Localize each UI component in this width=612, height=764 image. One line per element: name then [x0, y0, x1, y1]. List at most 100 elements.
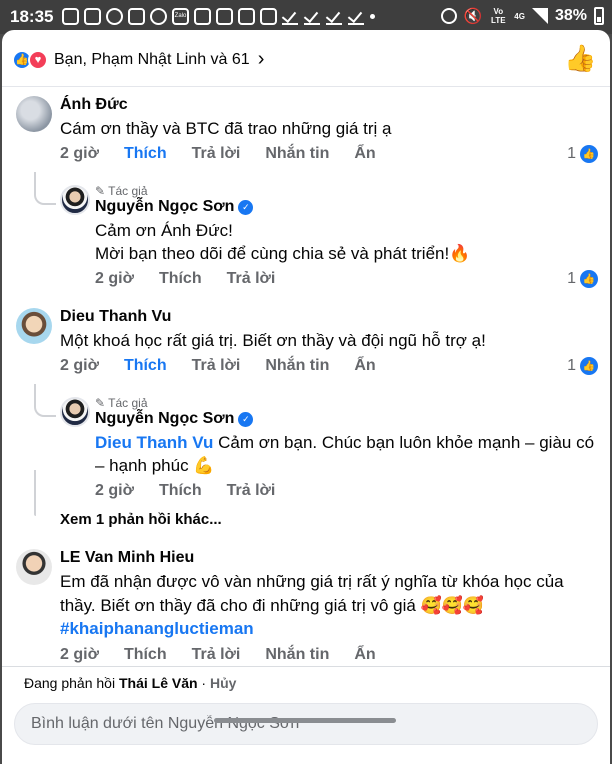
replying-label: Đang phản hồi — [24, 675, 119, 691]
comment-author[interactable]: LE Van Minh Hieu — [60, 549, 194, 567]
comment-text: Em đã nhận được vô vàn những giá trị rất… — [60, 572, 564, 591]
view-more-replies-link[interactable]: Xem 1 phản hồi khác... — [60, 511, 222, 528]
like-count-number: 1 — [567, 357, 576, 374]
avatar[interactable] — [16, 308, 52, 344]
like-icon: 👍 — [580, 270, 598, 288]
mention-link[interactable]: Dieu Thanh Vu — [95, 433, 213, 452]
reaction-summary-text: Bạn, Phạm Nhật Linh và 61 — [54, 50, 250, 68]
like-count[interactable]: 1 👍 — [567, 270, 598, 288]
like-icon: 👍 — [580, 357, 598, 375]
hide-button[interactable]: Ẩn — [354, 357, 375, 375]
divider — [2, 86, 610, 87]
reply-button[interactable]: Trả lời — [192, 145, 241, 163]
comment-actions: 2 giờ Thích Trả lời Nhắn tin Ẩn — [60, 145, 401, 163]
cloud-icon — [106, 8, 123, 25]
author-tag: ✎ Tác giả — [95, 396, 148, 410]
hide-button[interactable]: Ẩn — [354, 646, 375, 664]
alarm-icon — [440, 8, 457, 24]
reply-button[interactable]: Trả lời — [227, 270, 276, 288]
author-tag: ✎ Tác giả — [95, 184, 148, 198]
download-done-icon — [304, 8, 321, 25]
comment-text: Cám ơn thầy và BTC đã trao những giá trị… — [60, 119, 392, 138]
replying-to-name: Thái Lê Văn — [118, 675, 198, 691]
comment-time: 2 giờ — [60, 357, 99, 374]
instagram-icon — [194, 8, 211, 25]
comment-text: thầy. Biết ơn thầy đã cho đi những giá t… — [60, 596, 485, 615]
comment-time: 2 giờ — [60, 145, 99, 162]
verified-badge-icon: ✓ — [238, 412, 254, 427]
like-button[interactable]: Thích — [124, 145, 167, 163]
like-count-number: 1 — [567, 145, 576, 162]
status-bar: 18:35 Zalo 🔇 Vo LTE 4G 38% — [0, 0, 612, 34]
chevron-right-icon: › — [257, 48, 265, 70]
notification-icons: Zalo — [62, 8, 375, 25]
like-icon[interactable]: 👍 — [564, 44, 596, 72]
reply-author[interactable]: Nguyễn Ngọc Sơn ✓ — [95, 198, 254, 216]
instagram-icon — [216, 8, 233, 25]
avatar[interactable] — [16, 96, 52, 132]
reply-thread-line — [34, 470, 36, 516]
reply-actions: 2 giờ Thích Trả lời — [95, 482, 300, 500]
reply-thread-line — [34, 172, 56, 205]
system-icons: 🔇 Vo LTE 4G 38% — [440, 7, 604, 25]
tiktok-icon — [128, 8, 145, 25]
reply-button[interactable]: Trả lời — [192, 357, 241, 375]
like-button[interactable]: Thích — [124, 646, 167, 664]
avatar[interactable] — [60, 185, 90, 215]
reply-text: Mời bạn theo dõi để cùng chia sẻ và phát… — [95, 244, 471, 263]
separator: · — [197, 675, 210, 691]
hide-button[interactable]: Ẩn — [354, 145, 375, 163]
reply-text-content: Cảm ơn bạn. Chúc bạn luôn khỏe mạnh – gi… — [213, 433, 595, 452]
message-button[interactable]: Nhắn tin — [265, 646, 329, 664]
battery-percent: 38% — [554, 7, 587, 24]
love-reaction-icon: ♥ — [28, 49, 48, 70]
home-indicator[interactable] — [214, 718, 396, 723]
reaction-summary[interactable]: 👍 ♥ Bạn, Phạm Nhật Linh và 61 › — [12, 48, 264, 71]
play-icon — [150, 8, 167, 25]
lte-indicator: Vo LTE — [491, 7, 506, 25]
battery-icon — [594, 7, 604, 25]
reply-button[interactable]: Trả lời — [227, 482, 276, 500]
reply-text: Dieu Thanh Vu Cảm ơn bạn. Chúc bạn luôn … — [95, 430, 594, 455]
download-done-icon — [326, 8, 343, 25]
comment-time: 2 giờ — [60, 646, 99, 663]
reply-time: 2 giờ — [95, 270, 134, 287]
like-button[interactable]: Thích — [159, 270, 202, 288]
gallery-icon — [62, 8, 79, 25]
reply-author[interactable]: Nguyễn Ngọc Sơn ✓ — [95, 410, 254, 428]
avatar[interactable] — [60, 397, 90, 427]
comment-actions: 2 giờ Thích Trả lời Nhắn tin Ẩn — [60, 357, 401, 375]
reply-button[interactable]: Trả lời — [192, 646, 241, 664]
cancel-reply-button[interactable]: Hủy — [210, 675, 236, 691]
comment-author[interactable]: Ánh Đức — [60, 96, 128, 114]
like-count[interactable]: 1 👍 — [567, 145, 598, 163]
comments-sheet: 👍 ♥ Bạn, Phạm Nhật Linh và 61 › 👍 Ánh Đứ… — [2, 30, 610, 764]
checkbox-icon — [238, 8, 255, 25]
like-count[interactable]: 1 👍 — [567, 357, 598, 375]
reply-text: Cảm ơn Ánh Đức! — [95, 221, 233, 240]
message-button[interactable]: Nhắn tin — [265, 145, 329, 163]
avatar[interactable] — [16, 549, 52, 585]
zalo-icon: Zalo — [172, 8, 189, 25]
download-done-icon — [348, 8, 365, 25]
comment-input-box[interactable] — [14, 703, 598, 745]
reply-time: 2 giờ — [95, 482, 134, 499]
message-button[interactable]: Nhắn tin — [265, 357, 329, 375]
reply-actions: 2 giờ Thích Trả lời — [95, 270, 300, 288]
no-signal-icon — [84, 8, 101, 25]
download-done-icon — [282, 8, 299, 25]
comment-input[interactable] — [15, 704, 597, 744]
instagram-icon — [260, 8, 277, 25]
like-icon: 👍 — [580, 145, 598, 163]
hashtag-link[interactable]: #khaiphanangluctieman — [60, 616, 254, 641]
comment-composer: Đang phản hồi Thái Lê Văn · Hủy — [2, 666, 610, 764]
like-button[interactable]: Thích — [159, 482, 202, 500]
like-button[interactable]: Thích — [124, 357, 167, 375]
status-time: 18:35 — [10, 7, 54, 26]
replying-indicator: Đang phản hồi Thái Lê Văn · Hủy — [24, 675, 236, 691]
comment-author[interactable]: Dieu Thanh Vu — [60, 308, 171, 326]
more-notifications-icon — [370, 14, 375, 19]
like-count-number: 1 — [567, 270, 576, 287]
signal-icon — [531, 8, 548, 24]
reply-text: – hạnh phúc 💪 — [95, 456, 215, 475]
